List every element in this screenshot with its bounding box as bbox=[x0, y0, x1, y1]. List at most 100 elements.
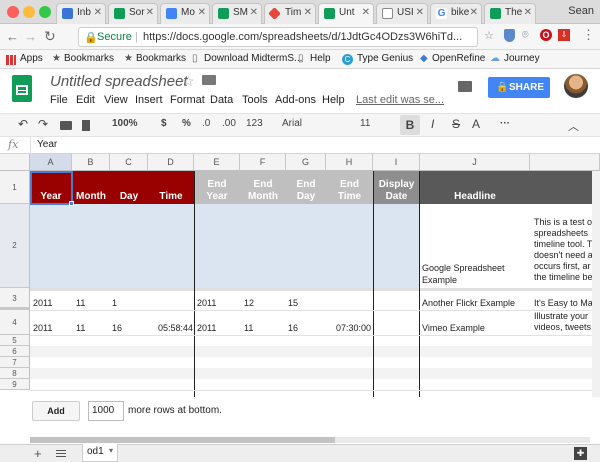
close-window-icon[interactable] bbox=[7, 6, 19, 18]
increase-decimal-button[interactable]: .00 bbox=[222, 118, 236, 129]
header-year[interactable]: Year bbox=[30, 191, 72, 203]
chevron-down-icon[interactable]: ▾ bbox=[109, 446, 113, 455]
collapse-chevron-icon[interactable]: ︿ bbox=[568, 118, 579, 134]
cell-end-month[interactable]: 12 bbox=[244, 298, 254, 308]
decrease-decimal-button[interactable]: .0 bbox=[202, 118, 210, 129]
header-end-day-line2[interactable]: Day bbox=[286, 191, 326, 203]
bookmark-link[interactable]: Download MidtermS... bbox=[204, 53, 302, 64]
column-header[interactable]: G bbox=[286, 154, 326, 171]
row-header[interactable]: 1 bbox=[0, 171, 30, 204]
minimize-window-icon[interactable] bbox=[23, 6, 35, 18]
row-header[interactable]: 9 bbox=[0, 379, 30, 390]
header-display-date-line1[interactable]: Display bbox=[373, 179, 420, 191]
percent-button[interactable]: % bbox=[182, 118, 191, 129]
url-bar[interactable]: 🔒 Secure | https://docs.google.com/sprea… bbox=[78, 27, 478, 47]
column-header[interactable]: E bbox=[194, 154, 240, 171]
browser-tab[interactable]: USI ✕ bbox=[376, 3, 428, 24]
cell-headline[interactable]: Google Spreadsheet bbox=[422, 263, 505, 273]
share-button[interactable]: 🔒 SHARE bbox=[488, 77, 550, 98]
header-end-time-line2[interactable]: Time bbox=[326, 191, 373, 203]
tab-close-icon[interactable]: ✕ bbox=[146, 7, 154, 18]
cell-text[interactable]: It's Easy to Ma bbox=[534, 298, 593, 308]
opera-extension-icon[interactable]: O bbox=[540, 29, 552, 41]
cell-end-month[interactable]: 11 bbox=[244, 323, 253, 333]
undo-icon[interactable]: ↶ bbox=[18, 117, 28, 131]
star-icon[interactable]: ☆ bbox=[484, 29, 494, 42]
font-size-select[interactable]: 11 bbox=[360, 118, 370, 129]
strikethrough-button[interactable]: S bbox=[452, 117, 460, 131]
browser-tab[interactable]: Gbike ✕ bbox=[430, 3, 482, 24]
maximize-window-icon[interactable] bbox=[39, 6, 51, 18]
row-header[interactable]: 2 bbox=[0, 204, 30, 288]
cell-day[interactable]: 1 bbox=[112, 298, 117, 308]
folder-icon[interactable] bbox=[202, 75, 216, 85]
column-header[interactable]: C bbox=[110, 154, 148, 171]
sheet-tab-active[interactable]: od1 ▾ bbox=[82, 444, 118, 462]
cell-headline[interactable]: Vimeo Example bbox=[422, 323, 485, 333]
menu-tools[interactable]: Tools bbox=[242, 94, 268, 106]
menu-format[interactable]: Format bbox=[170, 94, 205, 106]
all-sheets-list-icon[interactable] bbox=[56, 450, 66, 457]
zoom-select[interactable]: 100% bbox=[112, 118, 138, 129]
row-header[interactable]: 4 bbox=[0, 310, 30, 335]
bookmark-folder[interactable]: Bookmarks bbox=[136, 53, 186, 64]
cell-text[interactable]: the timeline be bbox=[534, 272, 593, 282]
more-tools-button[interactable]: ··· bbox=[500, 118, 510, 129]
column-header[interactable]: J bbox=[420, 154, 530, 171]
tab-close-icon[interactable]: ✕ bbox=[470, 7, 478, 18]
header-end-day-line1[interactable]: End bbox=[286, 179, 326, 191]
reload-icon[interactable]: ↻ bbox=[44, 28, 56, 45]
cell-end-day[interactable]: 16 bbox=[288, 323, 298, 333]
doc-title[interactable]: Untitled spreadsheet bbox=[50, 73, 188, 90]
header-display-date-line2[interactable]: Date bbox=[373, 191, 420, 203]
scrollbar-thumb[interactable] bbox=[30, 437, 335, 443]
cell-end-day[interactable]: 15 bbox=[288, 298, 298, 308]
tab-close-icon[interactable]: ✕ bbox=[304, 7, 312, 18]
cell-text[interactable]: spreadsheets bbox=[534, 228, 588, 238]
bookmark-folder[interactable]: Bookmarks bbox=[64, 53, 114, 64]
cell-text[interactable]: doesn't need a bbox=[534, 250, 593, 260]
header-end-year-line1[interactable]: End bbox=[194, 179, 240, 191]
print-icon[interactable] bbox=[60, 121, 72, 130]
header-month[interactable]: Month bbox=[72, 191, 110, 203]
menu-file[interactable]: File bbox=[50, 94, 68, 106]
bookmark-apps[interactable]: Apps bbox=[20, 53, 43, 64]
column-header[interactable] bbox=[530, 154, 600, 171]
cell-year[interactable]: 2011 bbox=[33, 298, 52, 308]
menu-help[interactable]: Help bbox=[322, 94, 345, 106]
star-icon[interactable]: ☆ bbox=[182, 73, 195, 90]
column-header[interactable]: I bbox=[373, 154, 420, 171]
font-select[interactable]: Arial bbox=[282, 118, 302, 129]
column-header[interactable]: A bbox=[30, 154, 72, 171]
cell-end-time[interactable]: 07:30:00 bbox=[326, 323, 371, 333]
comments-icon[interactable] bbox=[458, 81, 472, 92]
cell-text[interactable]: timeline tool. T bbox=[534, 239, 592, 249]
last-edit-link[interactable]: Last edit was se... bbox=[356, 94, 444, 106]
forward-arrow-icon[interactable]: → bbox=[24, 29, 37, 44]
avatar[interactable] bbox=[564, 74, 588, 98]
profile-name[interactable]: Sean bbox=[568, 5, 594, 17]
row-header[interactable]: 7 bbox=[0, 357, 30, 368]
tab-close-icon[interactable]: ✕ bbox=[94, 7, 102, 18]
cell-headline[interactable]: Another Flickr Example bbox=[422, 298, 515, 308]
bold-button[interactable]: B bbox=[400, 115, 420, 135]
more-formats-button[interactable]: 123 bbox=[246, 118, 263, 129]
redo-icon[interactable]: ↷ bbox=[38, 117, 48, 131]
tab-close-icon[interactable]: ✕ bbox=[250, 7, 258, 18]
cell-text[interactable]: Illustrate your bbox=[534, 311, 588, 321]
cell-text[interactable]: videos, tweets bbox=[534, 322, 591, 332]
menu-dots-icon[interactable]: ⋮ bbox=[582, 27, 595, 43]
header-time[interactable]: Time bbox=[148, 191, 194, 203]
row-header[interactable]: 3 bbox=[0, 288, 30, 310]
back-arrow-icon[interactable]: ← bbox=[6, 29, 19, 44]
sheets-logo-icon[interactable] bbox=[12, 75, 32, 102]
bookmark-link[interactable]: Journey bbox=[504, 53, 540, 64]
menu-view[interactable]: View bbox=[104, 94, 128, 106]
column-header[interactable]: B bbox=[72, 154, 110, 171]
tab-close-icon[interactable]: ✕ bbox=[198, 7, 206, 18]
explore-plus-icon[interactable]: ✚ bbox=[574, 447, 587, 460]
header-end-time-line1[interactable]: End bbox=[326, 179, 373, 191]
browser-tab[interactable]: Mo ✕ bbox=[160, 3, 210, 24]
header-day[interactable]: Day bbox=[110, 191, 148, 203]
rows-count-input[interactable]: 1000 bbox=[88, 401, 124, 421]
